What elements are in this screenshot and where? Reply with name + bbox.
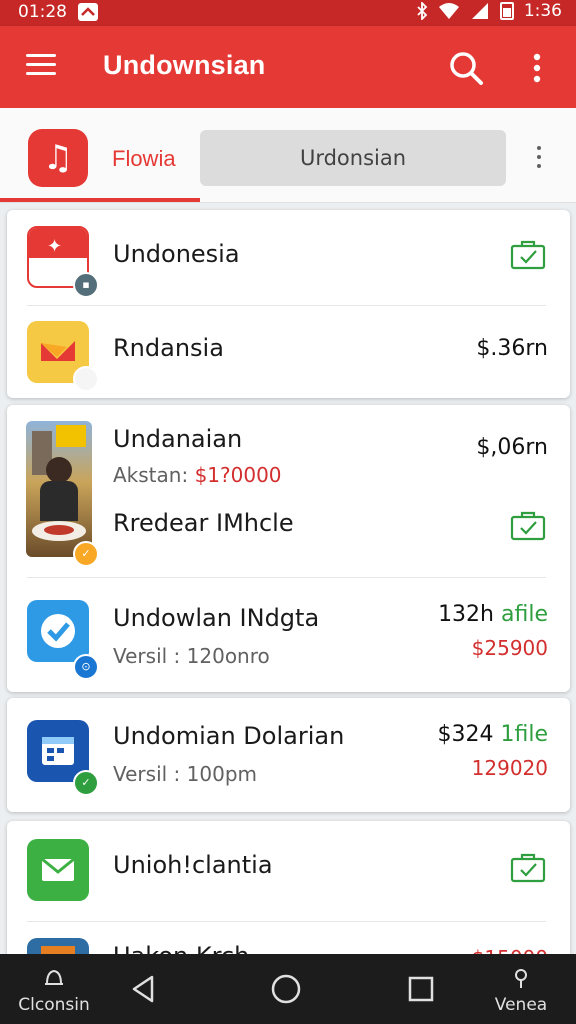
badge-check-icon: ✓ (73, 770, 99, 796)
sub-label: Akstan: (113, 463, 195, 487)
item-second-name: Rredear IMhcle (113, 509, 294, 537)
app-bar: Undownsian (0, 26, 576, 108)
nav-item-right[interactable]: Venea (486, 954, 556, 1024)
item-price: $.36rn (476, 336, 548, 361)
bag-check-icon[interactable] (510, 238, 546, 270)
mail-app-icon (27, 839, 89, 901)
bag-check-icon[interactable] (510, 851, 546, 883)
item-price: $,06rn (476, 435, 548, 460)
wifi-icon (438, 3, 459, 19)
item-price: 132h afile (438, 602, 548, 627)
more-vert-icon[interactable] (526, 48, 548, 88)
price-main: $324 (437, 722, 501, 747)
item-name: Rndansia (113, 334, 224, 362)
bluetooth-icon (417, 2, 428, 20)
notification-icon (78, 3, 98, 21)
list-card: ✓ Undanaian Akstan: $1?0000 $,06rn Rrede… (7, 405, 570, 692)
badge-check-icon: ✓ (73, 541, 99, 567)
item-sub: Versil : 100pm (113, 762, 257, 786)
price-tag: 1file (500, 722, 548, 747)
sub-value: $1?0000 (194, 463, 282, 487)
item-name: Undomian Dolarian (113, 722, 345, 750)
tab-indicator (0, 198, 200, 202)
item-price: $324 1file (438, 722, 549, 747)
nav-bar: Clconsin Venea (0, 954, 576, 1024)
battery-icon (499, 2, 514, 20)
item-sub: Akstan: $1?0000 (113, 463, 282, 487)
list-item[interactable]: ✦ ▪ Undonesia (7, 210, 570, 304)
tab-pill[interactable]: Urdonsian (200, 130, 506, 186)
music-note-icon[interactable]: ♫ (28, 129, 88, 187)
signal-icon (471, 3, 488, 19)
recents-icon[interactable] (407, 975, 435, 1003)
status-clock: 1:36 (523, 1, 562, 21)
item-price-secondary: 129020 (471, 756, 548, 780)
item-name: Undowlan INdgta (113, 604, 320, 632)
item-name: Undanaian (113, 425, 243, 453)
list-item[interactable]: ✓ Undomian Dolarian Versil : 100pm $324 … (7, 698, 570, 812)
status-time: 01:28 (18, 2, 67, 22)
notification-bell-icon (45, 969, 63, 985)
list-card: Unioh!clantia Uakon Krch $15000 (7, 821, 570, 971)
item-price-secondary: $25900 (471, 636, 548, 660)
status-icons: 1:36 (416, 1, 562, 21)
tab-flowia[interactable]: Flowia (112, 146, 176, 172)
home-icon[interactable] (270, 973, 302, 1005)
check-app-icon (27, 600, 89, 662)
badge-icon: ▪ (73, 272, 99, 298)
tab-bar: ♫ Flowia Urdonsian (0, 108, 576, 203)
menu-icon[interactable] (26, 54, 56, 78)
item-sub: Versil : 120onro (113, 644, 270, 668)
item-name: Unioh!clantia (113, 851, 273, 879)
price-main: 132h (438, 602, 501, 627)
item-name: Undonesia (113, 240, 240, 268)
bag-check-icon[interactable] (510, 509, 546, 541)
nav-right-label: Venea (494, 995, 548, 1015)
list-card: ✦ ▪ Undonesia Rndansia $.36rn (7, 210, 570, 398)
price-tag: afile (501, 602, 548, 627)
list-item[interactable]: ⊙ Undowlan INdgta Versil : 120onro 132h … (7, 578, 570, 692)
list-card: ✓ Undomian Dolarian Versil : 100pm $324 … (7, 698, 570, 812)
status-bar: 01:28 1:36 (0, 0, 576, 26)
nav-item-left[interactable]: Clconsin (14, 954, 94, 1024)
app-title: Undownsian (103, 50, 266, 80)
photo-thumbnail (26, 421, 92, 557)
search-icon[interactable] (446, 48, 486, 88)
list-item[interactable]: Unioh!clantia (7, 821, 570, 921)
nav-left-label: Clconsin (18, 995, 90, 1015)
location-pin-icon (515, 969, 527, 988)
list-item[interactable]: ✓ Undanaian Akstan: $1?0000 $,06rn Rrede… (7, 405, 570, 577)
tab-more-icon[interactable] (536, 146, 542, 170)
list-item[interactable]: Rndansia $.36rn (7, 306, 570, 398)
badge-icon: ⊙ (73, 654, 99, 680)
back-icon[interactable] (128, 974, 158, 1004)
badge-icon (73, 366, 99, 392)
